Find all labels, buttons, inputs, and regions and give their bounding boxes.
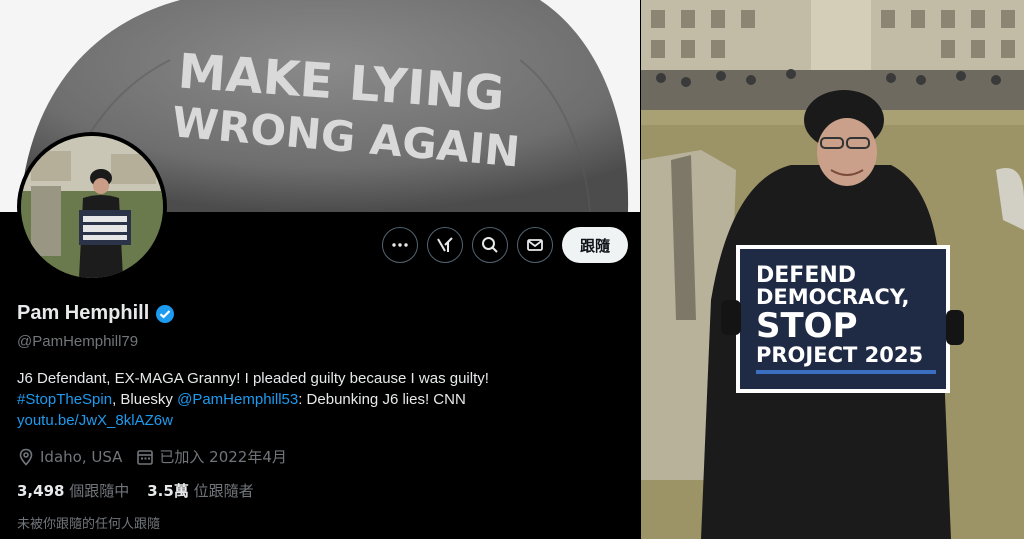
followers-label: 位跟隨者 <box>193 482 254 500</box>
profile-bio: J6 Defendant, EX-MAGA Granny! I pleaded … <box>17 368 617 431</box>
avatar-photo <box>21 136 163 278</box>
follow-button[interactable]: 跟隨 <box>561 227 628 263</box>
joined-text: 已加入 2022年4月 <box>159 448 287 466</box>
profile-meta: Idaho, USA 已加入 2022年4月 <box>17 446 287 467</box>
avatar[interactable] <box>17 132 167 282</box>
bio-url-link[interactable]: youtu.be/JwX_8klAZ6w <box>17 412 173 429</box>
search-button[interactable] <box>471 227 508 263</box>
bio-text: : Debunking J6 lies! CNN <box>298 391 466 408</box>
location-item: Idaho, USA <box>17 448 122 466</box>
mail-icon <box>527 239 543 251</box>
location-pin-icon <box>19 448 33 466</box>
mutual-followers-note: 未被你跟隨的任何人跟隨 <box>17 517 161 532</box>
profile-name-row: Pam Hemphill <box>17 302 175 325</box>
location-text: Idaho, USA <box>40 447 123 466</box>
protest-photo: DEFEND DEMOCRACY, STOP PROJECT 2025 <box>641 0 1024 539</box>
joined-item: 已加入 2022年4月 <box>136 446 287 467</box>
following-count: 3,498 <box>17 482 65 500</box>
grok-icon <box>437 237 453 252</box>
user-handle: @PamHemphill79 <box>17 333 139 350</box>
following-link[interactable]: 3,498 個跟隨中 <box>17 480 129 501</box>
search-icon <box>481 237 498 253</box>
calendar-icon <box>137 449 154 465</box>
bio-line-1: J6 Defendant, EX-MAGA Granny! I pleaded … <box>17 370 489 387</box>
hashtag-link[interactable]: #StopTheSpin <box>17 391 112 408</box>
grok-button[interactable] <box>426 227 463 263</box>
photo-scene: DEFEND DEMOCRACY, STOP PROJECT 2025 <box>641 0 1024 539</box>
sign-line4: PROJECT 2025 <box>756 343 923 367</box>
mention-link[interactable]: @PamHemphill53 <box>177 391 298 408</box>
bio-line-2: #StopTheSpin, Bluesky @PamHemphill53: De… <box>17 389 617 410</box>
followers-count: 3.5萬 <box>147 482 189 500</box>
profile-stats: 3,498 個跟隨中 3.5萬 位跟隨者 <box>17 480 254 501</box>
profile-actions: 跟隨 <box>381 226 628 264</box>
followers-link[interactable]: 3.5萬 位跟隨者 <box>147 480 253 501</box>
verified-badge-icon[interactable] <box>155 304 175 324</box>
more-icon <box>392 243 408 247</box>
sign-line3: STOP <box>756 306 858 346</box>
more-button[interactable] <box>381 227 418 263</box>
message-button[interactable] <box>516 227 553 263</box>
bio-line-3: youtu.be/JwX_8klAZ6w <box>17 410 617 431</box>
bio-text: , Bluesky <box>112 391 178 408</box>
display-name: Pam Hemphill <box>17 302 150 324</box>
profile-panel: MAKE LYING WRONG AGAIN 跟隨 Pam Hemphill @… <box>0 0 640 539</box>
following-label: 個跟隨中 <box>69 482 130 500</box>
